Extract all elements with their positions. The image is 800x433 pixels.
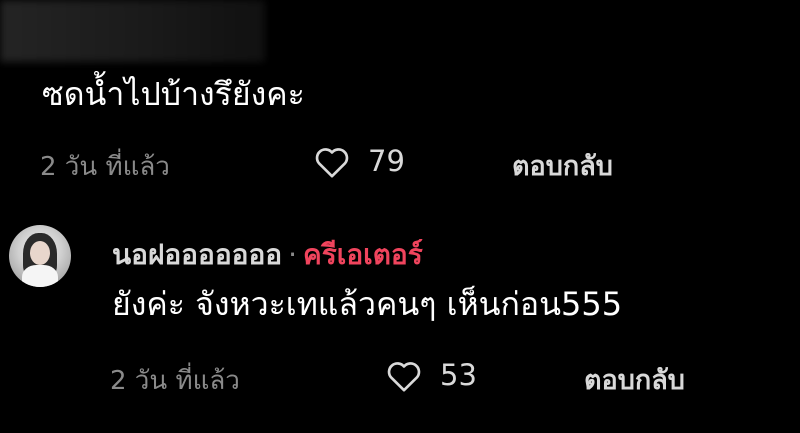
comment-reply-button[interactable]: ตอบกลับ [512,144,613,187]
comment-like-count: 79 [368,144,405,178]
header-separator: · [288,238,297,271]
heart-outline-icon[interactable] [310,142,354,182]
reply-like-count: 53 [440,358,477,392]
comment-meta-row: 2 วัน ที่แล้ว 79 ตอบกลับ [40,140,740,182]
comment-time: 2 วัน ที่แล้ว [40,152,170,182]
reply-text: ยังค่ะ จังหวะเทแล้วคนๆ เห็นก่อน555 [112,285,623,323]
reply-username[interactable]: นอฝอออออออ [112,238,282,271]
reply-time: 2 วัน ที่แล้ว [110,366,240,396]
reply-meta-row: 2 วัน ที่แล้ว 53 ตอบกลับ [110,354,800,396]
avatar[interactable] [9,225,71,287]
heart-outline-icon[interactable] [382,356,426,396]
avatar-face [30,241,50,265]
blurred-content [0,0,265,62]
comment-text: ซดน้ำไปบ้างรึยังคะ [42,75,305,113]
reply-header: นอฝอออออออ · ครีเอเตอร์ [112,233,423,277]
avatar-body [22,265,58,287]
reply-reply-button[interactable]: ตอบกลับ [584,358,685,401]
creator-badge: ครีเอเตอร์ [302,238,423,271]
